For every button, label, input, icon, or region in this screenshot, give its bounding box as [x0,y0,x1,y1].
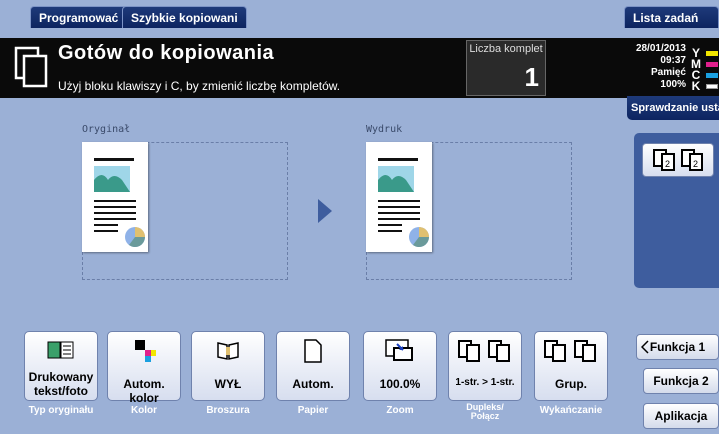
duplex-icon [458,340,510,362]
original-label: Oryginał [82,124,131,135]
tab-program[interactable]: Programować [30,6,128,28]
tab-quick-copy[interactable]: Szybkie kopiowani [122,6,247,28]
toner-k-label: K [691,79,701,93]
paper-value: Autom. [292,377,334,391]
date-text: 28/01/2013 [635,43,686,54]
device-status: 28/01/2013 09:37 Pamięć 100% Y M C K [612,41,719,97]
booklet-value: WYŁ [214,377,242,391]
svg-text:2: 2 [693,159,698,169]
group-icon: 2 2 [653,149,703,171]
pie-thumbnail-icon [409,227,429,247]
application-button[interactable]: Aplikacja [643,403,719,429]
duplex-button[interactable]: 1-str. > 1-str. [448,331,522,401]
output-page [366,142,432,252]
color-value: Autom. kolor [123,377,165,405]
svg-text:2: 2 [665,159,670,169]
arrow-right-icon [318,199,332,223]
copies-value: 1 [524,62,539,92]
booklet-button[interactable]: WYŁ [191,331,265,401]
image-thumbnail-icon [378,166,414,192]
zoom-label: Zoom [386,405,414,416]
time-text: 09:37 [660,55,686,66]
image-thumbnail-icon [94,166,130,192]
original-type-button[interactable]: Drukowany tekst/foto [24,331,98,401]
toner-c-bar [706,73,718,78]
page-title: Gotów do kopiowania [58,42,275,64]
finishing-label: Wykańczanie [539,405,603,416]
group-sort-indicator: 2 2 [642,143,714,177]
copy-icon [14,46,48,88]
zoom-button[interactable]: 100.0% [363,331,437,401]
zoom-value: 100.0% [379,377,421,391]
original-type-value: Drukowany tekst/foto [28,370,94,398]
color-label: Kolor [130,405,158,416]
auto-color-icon [135,340,156,362]
paper-label: Papier [297,405,329,416]
check-settings-button[interactable]: Sprawdzanie usta [627,96,719,120]
original-type-label: Typ oryginału [28,405,94,416]
group-icon [544,340,596,362]
zoom-icon [385,339,413,361]
booklet-icon [217,342,239,360]
memory-value: 100% [660,79,686,90]
function-1-button[interactable]: Funkcja 1 [636,334,719,360]
page-subtitle: Użyj bloku klawiszy i C, by zmienić licz… [58,79,341,93]
chevron-left-icon [641,340,649,354]
function-2-button[interactable]: Funkcja 2 [643,368,719,394]
copies-count-display[interactable]: Liczba komplet 1 [466,40,546,96]
paper-icon [304,339,322,363]
status-header: Gotów do kopiowania Użyj bloku klawiszy … [0,38,719,98]
text-photo-icon [47,341,74,359]
toner-y-bar [706,51,718,56]
finishing-value: Grup. [555,377,587,391]
function-1-label: Funkcja 1 [649,340,706,354]
color-button[interactable]: Autom. kolor [107,331,181,405]
finishing-preview-panel: 2 2 [634,133,719,288]
output-label: Wydruk [366,124,403,135]
finishing-button[interactable]: Grup. [534,331,608,401]
memory-label: Pamięć [650,67,686,78]
booklet-label: Broszura [206,405,250,416]
duplex-value: 1-str. > 1-str. [455,377,515,388]
toner-k-bar [706,84,718,89]
original-page [82,142,148,252]
paper-button[interactable]: Autom. [276,331,350,401]
pie-thumbnail-icon [125,227,145,247]
copies-label: Liczba komplet [469,43,543,55]
job-list-button[interactable]: Lista zadań [624,6,719,28]
toner-m-bar [706,62,718,67]
duplex-label: Dupleks/Połącz [466,402,504,421]
